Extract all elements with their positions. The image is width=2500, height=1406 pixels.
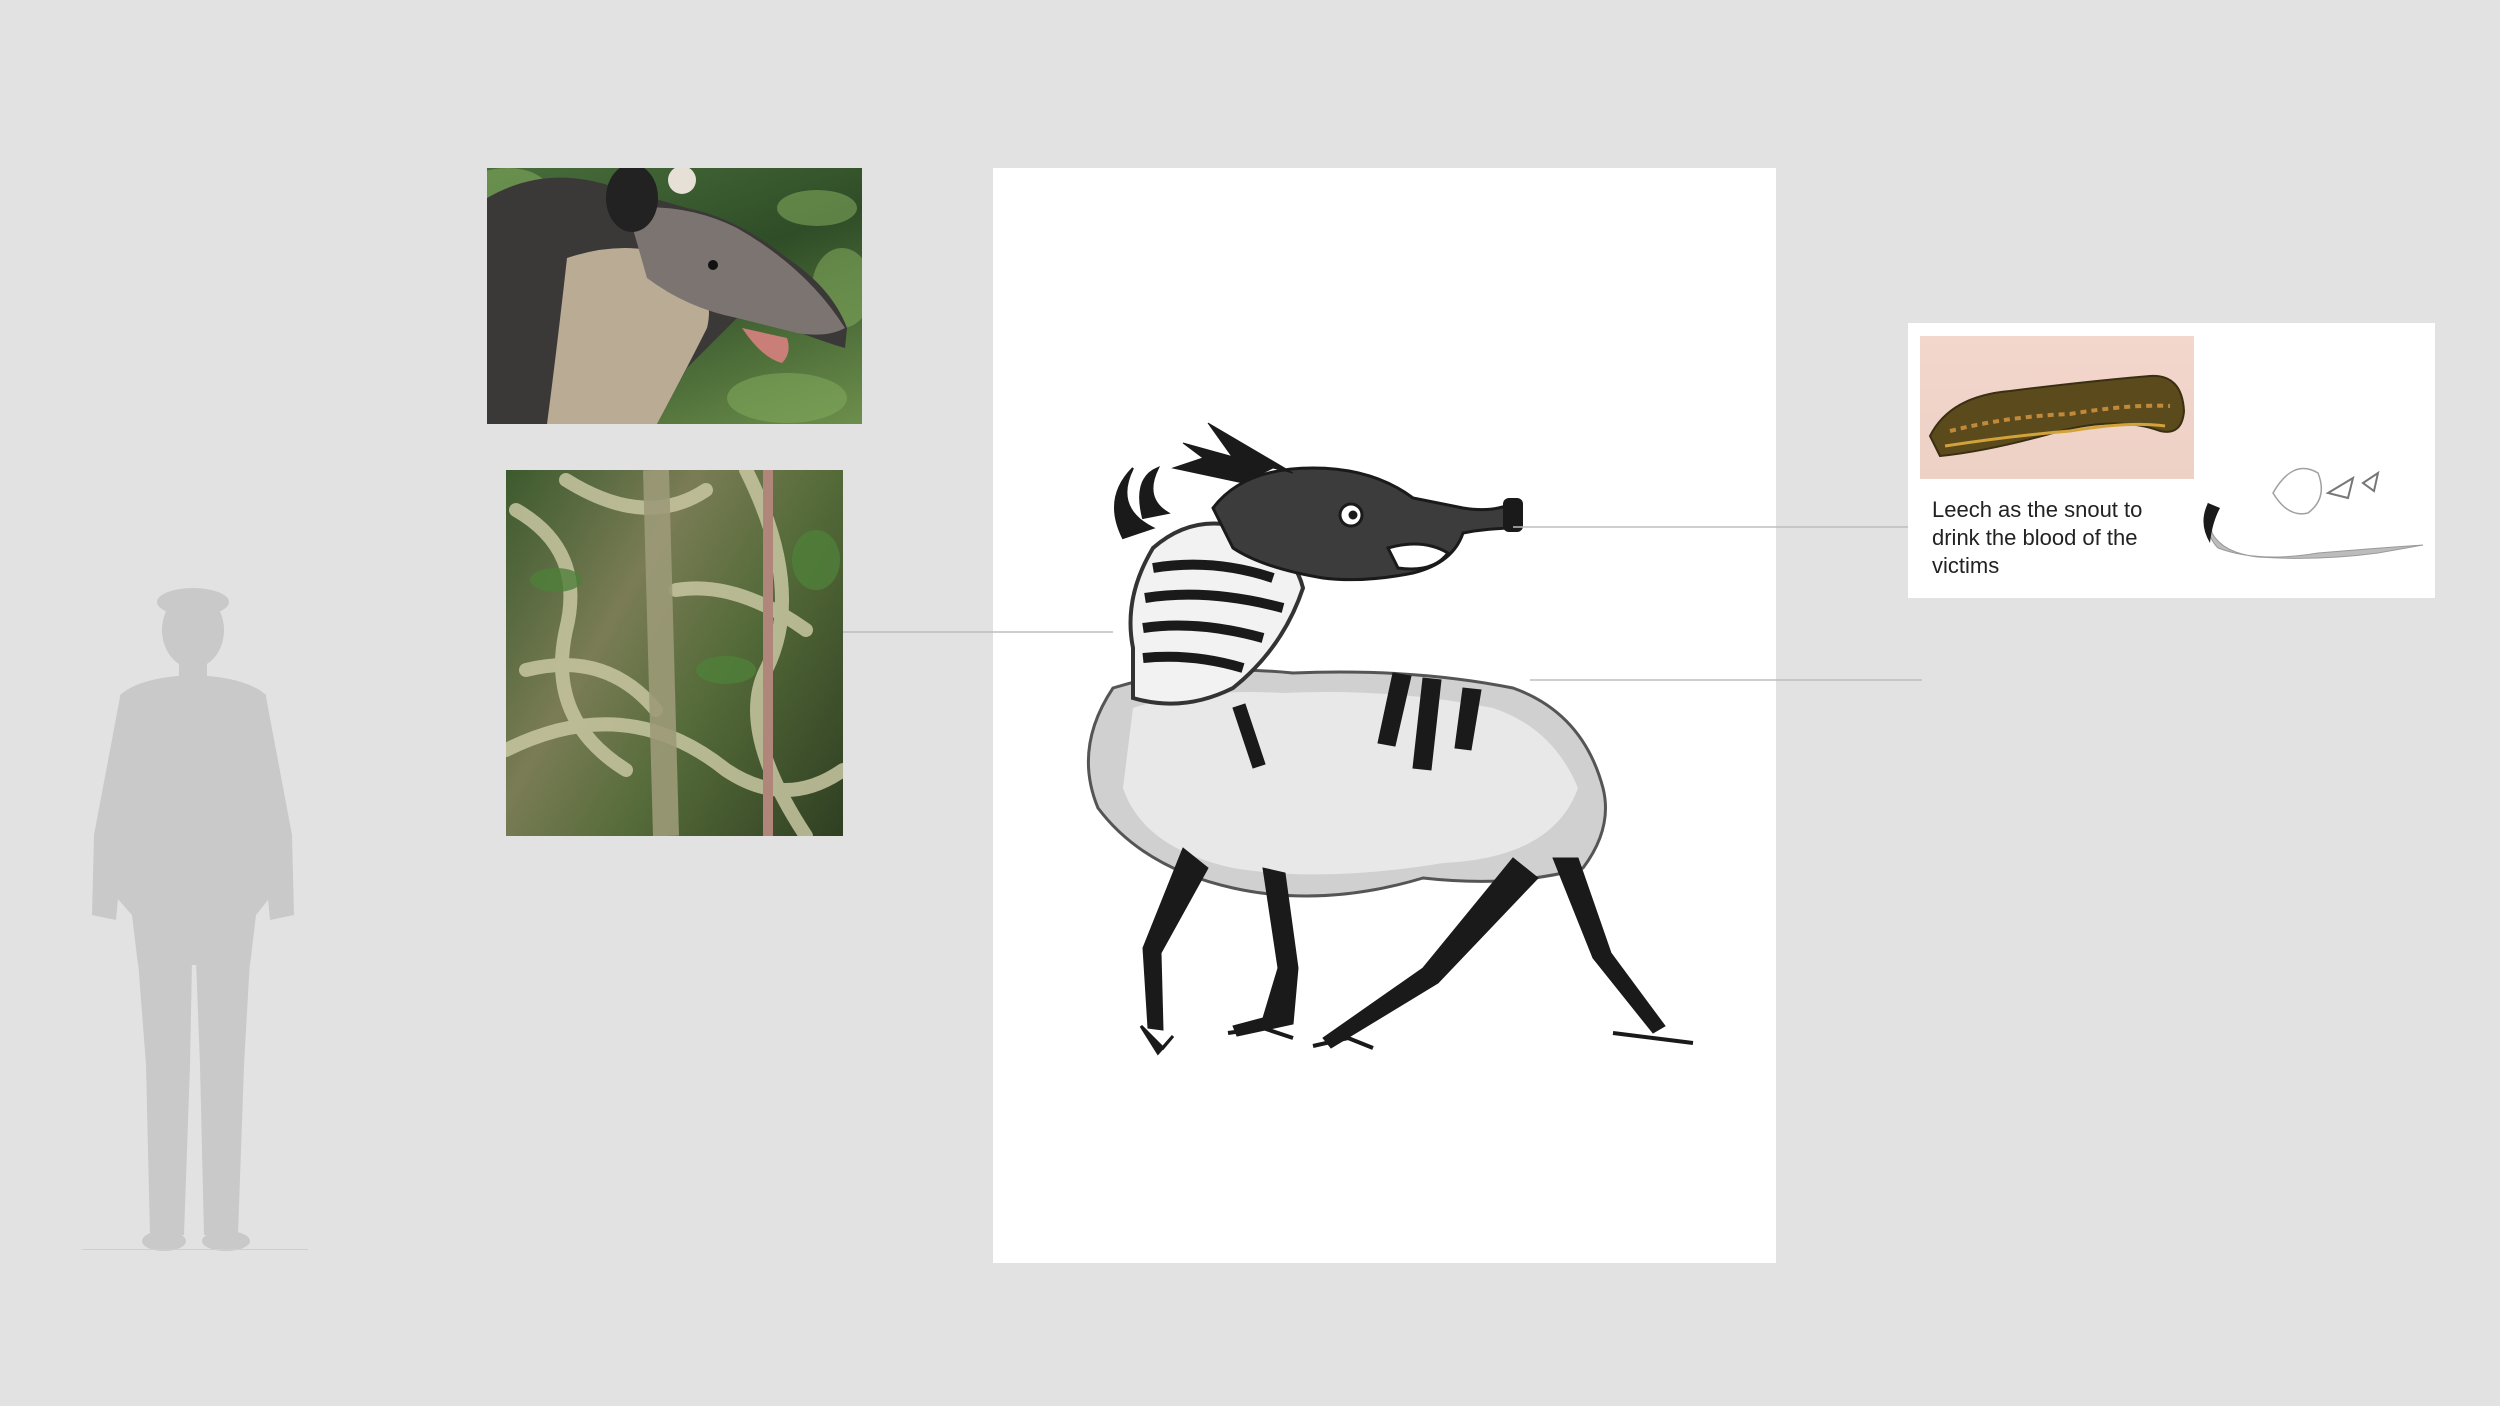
leech-caption: Leech as the snout to drink the blood of… xyxy=(1932,497,2143,578)
leech-sketch xyxy=(2203,467,2424,559)
creature-drawing xyxy=(993,168,1776,1263)
tapir-photo xyxy=(487,168,862,424)
leech-photo xyxy=(1920,336,2194,479)
ground-line xyxy=(82,1249,308,1250)
jungle-vines-photo xyxy=(506,470,843,836)
leech-annotation-card: Leech as the snout to drink the blood of… xyxy=(1908,323,2435,598)
human-silhouette xyxy=(92,588,294,1251)
